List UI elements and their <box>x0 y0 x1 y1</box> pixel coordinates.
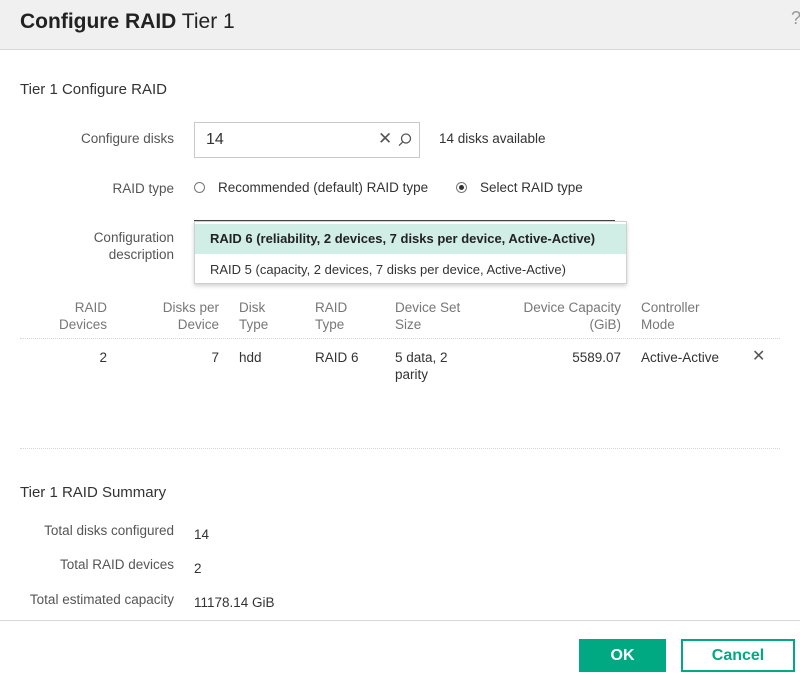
table-bottom-divider <box>20 448 780 449</box>
total-capacity-label: Total estimated capacity <box>29 592 174 607</box>
col-header-raid-type: RAID Type <box>315 299 347 333</box>
raid-config-dropdown[interactable]: RAID 6 (reliability, 2 devices, 7 disks … <box>194 221 627 284</box>
radio-select-raid-label[interactable]: Select RAID type <box>480 180 583 195</box>
total-disks-label: Total disks configured <box>44 523 174 538</box>
radio-recommended-raid[interactable] <box>194 182 205 193</box>
search-icon[interactable] <box>397 132 413 148</box>
raid-type-label: RAID type <box>112 181 174 196</box>
total-capacity-value: 11178.14 GiB <box>194 595 275 610</box>
cell-device-set-size: 5 data, 2 parity <box>395 349 448 383</box>
col-header-disks-per-device: Disks per Device <box>140 299 219 333</box>
col-header-disk-type: Disk Type <box>239 299 268 333</box>
radio-select-raid[interactable] <box>456 182 467 193</box>
config-description-label-2: description <box>108 247 174 262</box>
total-raid-devices-label: Total RAID devices <box>59 557 174 572</box>
col-header-raid-devices-line2: Devices <box>58 317 107 332</box>
cell-raid-type: RAID 6 <box>315 350 359 365</box>
col-header-disks-per-device-line2: Device <box>177 317 219 332</box>
col-header-controller-mode: Controller Mode <box>641 299 700 333</box>
dialog-title-tier: Tier 1 <box>181 10 235 33</box>
cell-device-set-size-line1: 5 data, 2 <box>395 350 448 365</box>
disks-available-text: 14 disks available <box>439 131 546 146</box>
cell-device-capacity: 5589.07 <box>572 350 621 365</box>
configure-disks-input[interactable] <box>195 123 365 157</box>
col-header-raid-type-line1: RAID <box>315 300 348 315</box>
footer-divider <box>0 620 800 621</box>
cell-disks-per-device: 7 <box>211 350 219 365</box>
col-header-device-set-size-line1: Device Set <box>395 300 461 315</box>
col-header-device-capacity-line1: Device Capacity <box>523 300 621 315</box>
help-icon[interactable]: ? <box>791 8 800 29</box>
dialog-header: Configure RAID Tier 1 ? <box>0 0 800 50</box>
dialog-title: Configure RAID Tier 1 <box>20 10 235 34</box>
col-header-disk-type-line2: Type <box>239 317 269 332</box>
col-header-controller-mode-line2: Mode <box>641 317 675 332</box>
col-header-raid-devices-line1: RAID <box>74 300 107 315</box>
cell-device-set-size-line2: parity <box>395 367 429 382</box>
col-header-disk-type-line1: Disk <box>239 300 266 315</box>
cell-disk-type: hdd <box>239 350 262 365</box>
cancel-button[interactable]: Cancel <box>681 639 795 672</box>
ok-button[interactable]: OK <box>579 639 666 672</box>
total-raid-devices-value: 2 <box>194 561 202 576</box>
configure-section-title: Tier 1 Configure RAID <box>20 81 167 98</box>
configure-disks-label: Configure disks <box>80 131 174 146</box>
delete-row-icon[interactable]: ✕ <box>752 346 765 366</box>
clear-icon[interactable]: ✕ <box>378 129 392 149</box>
dropdown-option-raid5[interactable]: RAID 5 (capacity, 2 devices, 7 disks per… <box>195 255 626 285</box>
cell-raid-devices: 2 <box>99 350 107 365</box>
col-header-controller-mode-line1: Controller <box>641 300 700 315</box>
col-header-device-capacity-line2: (GiB) <box>589 317 622 332</box>
col-header-device-capacity: Device Capacity (GiB) <box>500 299 621 333</box>
table-header-divider <box>20 338 780 339</box>
total-disks-value: 14 <box>194 527 210 542</box>
col-header-disks-per-device-line1: Disks per <box>162 300 219 315</box>
summary-section-title: Tier 1 RAID Summary <box>20 484 167 501</box>
config-description-label-1: Configuration <box>93 230 174 245</box>
radio-recommended-raid-label[interactable]: Recommended (default) RAID type <box>218 180 428 195</box>
col-header-device-set-size-line2: Size <box>395 317 422 332</box>
cell-controller-mode: Active-Active <box>641 350 720 365</box>
col-header-raid-type-line2: Type <box>315 317 345 332</box>
configure-disks-field[interactable]: ✕ <box>194 122 420 158</box>
col-header-raid-devices: RAID Devices <box>40 299 107 333</box>
col-header-device-set-size: Device Set Size <box>395 299 460 333</box>
dropdown-option-raid6[interactable]: RAID 6 (reliability, 2 devices, 7 disks … <box>195 224 626 254</box>
dialog-title-bold: Configure RAID <box>20 10 177 33</box>
